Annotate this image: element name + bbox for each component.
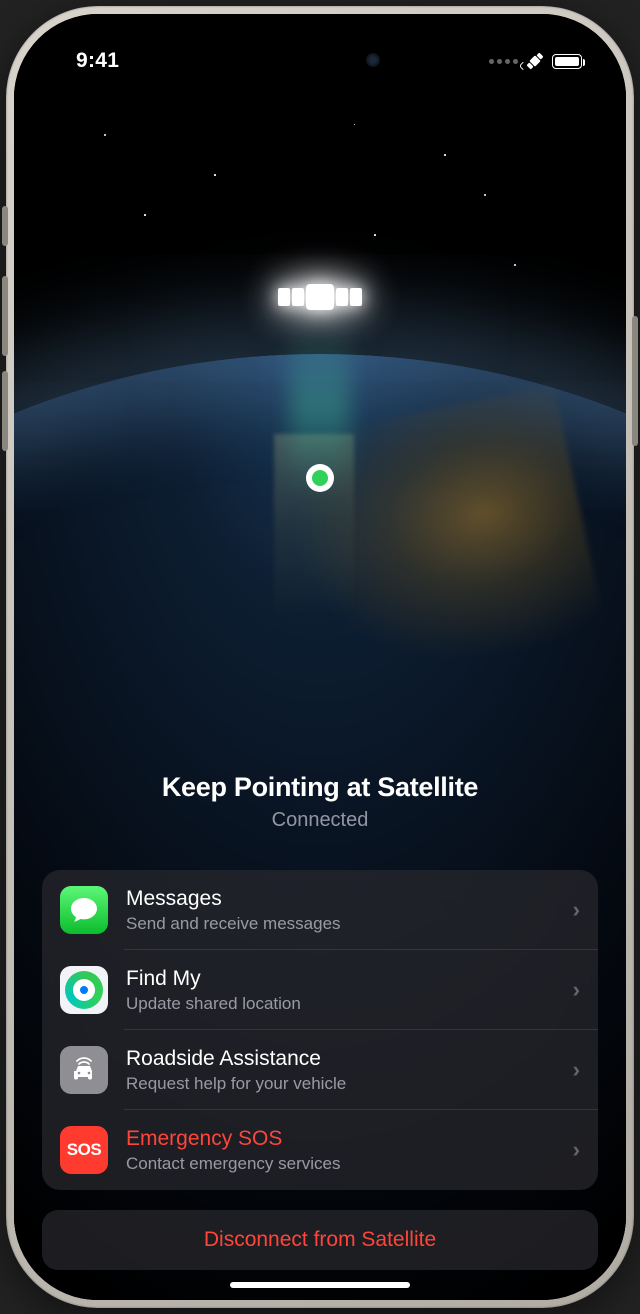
option-subtitle: Update shared location — [126, 994, 555, 1014]
roadside-icon — [60, 1046, 108, 1094]
cellular-icon — [489, 59, 518, 64]
status-time: 9:41 — [58, 49, 119, 73]
headline-area: Keep Pointing at Satellite Connected — [42, 104, 598, 870]
phone-frame: 9:41 Keep Pointing at Satellite Connecte… — [6, 6, 634, 1308]
chevron-right-icon: › — [573, 897, 580, 923]
content-area: Keep Pointing at Satellite Connected Mes… — [14, 14, 626, 1300]
option-subtitle: Contact emergency services — [126, 1154, 555, 1174]
disconnect-button[interactable]: Disconnect from Satellite — [42, 1210, 598, 1270]
option-title: Emergency SOS — [126, 1126, 555, 1151]
satellite-status-icon — [526, 52, 544, 70]
option-title: Roadside Assistance — [126, 1046, 555, 1071]
chevron-right-icon: › — [573, 1137, 580, 1163]
option-title: Find My — [126, 966, 555, 991]
action-button — [2, 206, 8, 246]
screen: 9:41 Keep Pointing at Satellite Connecte… — [14, 14, 626, 1300]
volume-down-button — [2, 371, 8, 451]
option-findmy[interactable]: Find My Update shared location › — [42, 950, 598, 1030]
option-sos[interactable]: SOS Emergency SOS Contact emergency serv… — [42, 1110, 598, 1190]
chevron-right-icon: › — [573, 1057, 580, 1083]
connection-status: Connected — [272, 809, 369, 832]
status-right — [489, 54, 582, 69]
option-roadside[interactable]: Roadside Assistance Request help for you… — [42, 1030, 598, 1110]
chevron-right-icon: › — [573, 977, 580, 1003]
side-button — [632, 316, 638, 446]
home-indicator[interactable] — [230, 1282, 410, 1288]
findmy-icon — [60, 966, 108, 1014]
option-title: Messages — [126, 886, 555, 911]
messages-icon — [60, 886, 108, 934]
headline: Keep Pointing at Satellite — [162, 772, 478, 803]
option-subtitle: Request help for your vehicle — [126, 1074, 555, 1094]
option-subtitle: Send and receive messages — [126, 914, 555, 934]
dynamic-island[interactable] — [242, 38, 398, 82]
sos-icon: SOS — [60, 1126, 108, 1174]
options-card: Messages Send and receive messages › Fin… — [42, 870, 598, 1190]
volume-up-button — [2, 276, 8, 356]
option-messages[interactable]: Messages Send and receive messages › — [42, 870, 598, 950]
battery-icon — [552, 54, 582, 69]
